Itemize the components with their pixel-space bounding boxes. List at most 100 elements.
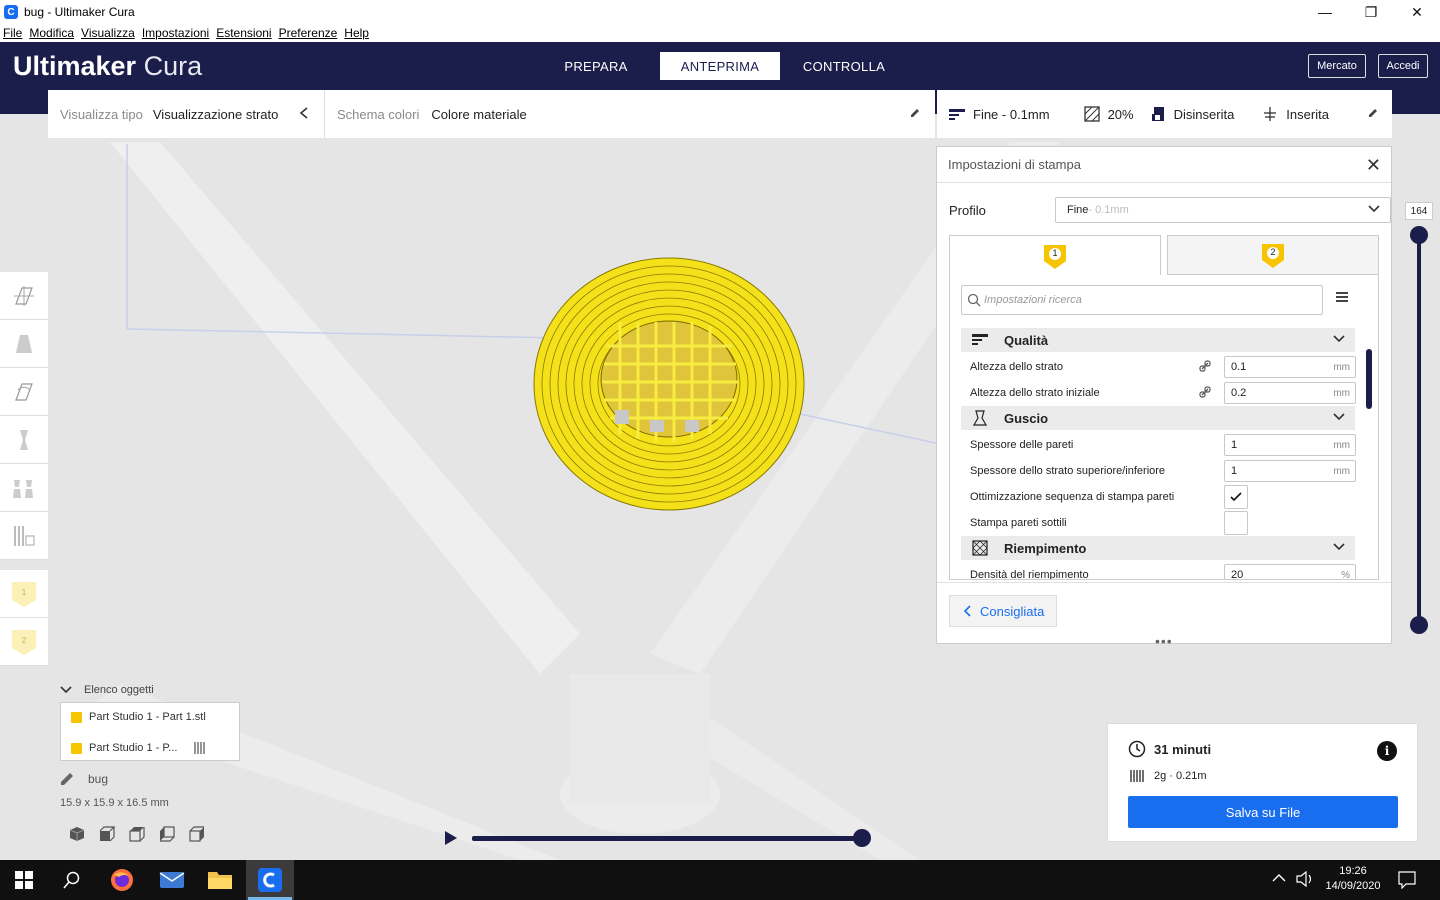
window-title: bug - Ultimaker Cura bbox=[24, 5, 135, 19]
layer-height-field[interactable]: 0.1 mm bbox=[1224, 356, 1356, 378]
category-infill[interactable]: Riempimento bbox=[961, 536, 1355, 560]
view-front-icon[interactable] bbox=[92, 826, 122, 842]
support-blocker-icon bbox=[14, 525, 35, 546]
list-item[interactable]: Part Studio 1 - Part 1.stl bbox=[71, 711, 206, 723]
settings-scrollbar[interactable] bbox=[1366, 349, 1372, 409]
category-shell[interactable]: Guscio bbox=[961, 406, 1355, 430]
menu-help[interactable]: Help bbox=[344, 26, 369, 40]
per-model-settings-button[interactable] bbox=[0, 464, 48, 512]
save-to-file-button[interactable]: Salva su File bbox=[1128, 796, 1398, 828]
setting-thin-walls: Stampa pareti sottili bbox=[961, 510, 1355, 536]
search-icon[interactable] bbox=[48, 860, 96, 900]
menu-file[interactable]: File bbox=[3, 26, 22, 40]
view-right-icon[interactable] bbox=[182, 826, 212, 842]
pencil-icon[interactable] bbox=[909, 107, 921, 122]
chevron-left-icon[interactable] bbox=[298, 106, 310, 123]
view-top-icon[interactable] bbox=[122, 826, 152, 842]
chevron-down-icon bbox=[1333, 410, 1345, 425]
windows-start-icon[interactable] bbox=[0, 860, 48, 900]
extruder-2-button[interactable]: 2 bbox=[0, 618, 48, 666]
close-icon[interactable]: ✕ bbox=[1366, 155, 1381, 176]
layer-slider[interactable] bbox=[1410, 226, 1428, 634]
menu-bar: File Modifica Visualizza Impostazioni Es… bbox=[0, 24, 1440, 42]
setting-initial-layer-height: Altezza dello strato iniziale 0.2 mm bbox=[961, 380, 1356, 406]
adhesion-icon bbox=[1264, 107, 1277, 121]
quality-icon bbox=[949, 109, 965, 120]
rotate-tool-button[interactable] bbox=[0, 368, 48, 416]
layer-number-label[interactable]: 164 bbox=[1405, 202, 1433, 220]
recommended-mode-button[interactable]: Consigliata bbox=[949, 595, 1057, 627]
settings-menu-icon[interactable] bbox=[1336, 292, 1348, 304]
wall-thickness-field[interactable]: 1 mm bbox=[1224, 434, 1356, 456]
extruder-1-button[interactable]: 1 bbox=[0, 570, 48, 618]
layer-slider-lower-handle[interactable] bbox=[1410, 616, 1428, 634]
move-tool-button[interactable] bbox=[0, 272, 48, 320]
play-icon[interactable] bbox=[444, 830, 458, 849]
infill-density-field[interactable]: 20% bbox=[1224, 564, 1356, 579]
support-summary: Disinserita bbox=[1150, 106, 1234, 122]
mirror-tool-button[interactable] bbox=[0, 416, 48, 464]
extruder-badge-icon: 2 bbox=[1260, 242, 1286, 268]
search-icon bbox=[967, 293, 981, 310]
taskbar-clock[interactable]: 19:26 14/09/2020 bbox=[1318, 864, 1388, 894]
initial-layer-height-field[interactable]: 0.2 mm bbox=[1224, 382, 1356, 404]
print-setup-summary[interactable]: Fine - 0.1mm 20% Disinserita Inserita bbox=[937, 90, 1392, 138]
simulation-slider-track[interactable] bbox=[472, 836, 862, 841]
profile-dropdown[interactable]: Fine - 0.1mm bbox=[1055, 197, 1391, 223]
pencil-icon[interactable] bbox=[1367, 107, 1379, 122]
extruder-tab-1[interactable]: 1 bbox=[949, 235, 1161, 275]
cura-taskbar-icon[interactable] bbox=[246, 860, 294, 900]
notification-icon[interactable] bbox=[1398, 871, 1416, 892]
signin-button[interactable]: Accedi bbox=[1378, 54, 1428, 78]
link-icon[interactable] bbox=[1199, 385, 1211, 401]
extruder-tab-2[interactable]: 2 bbox=[1167, 235, 1379, 275]
chevron-up-icon[interactable] bbox=[1272, 872, 1286, 886]
restore-button[interactable]: ❐ bbox=[1348, 0, 1394, 24]
menu-settings[interactable]: Impostazioni bbox=[142, 26, 209, 40]
mail-app-icon[interactable] bbox=[148, 860, 196, 900]
thin-walls-checkbox[interactable] bbox=[1224, 511, 1248, 535]
print-settings-panel: Impostazioni di stampa ✕ Profilo Fine - … bbox=[936, 146, 1392, 649]
tab-prepare[interactable]: PREPARA bbox=[541, 52, 651, 80]
menu-preferences[interactable]: Preferenze bbox=[279, 26, 338, 40]
color-scheme-panel: Schema colori Colore materiale bbox=[325, 90, 935, 138]
tab-monitor[interactable]: CONTROLLA bbox=[789, 52, 899, 80]
minimize-button[interactable]: — bbox=[1302, 0, 1348, 24]
marketplace-button[interactable]: Mercato bbox=[1308, 54, 1366, 78]
object-list-toggle[interactable]: Elenco oggetti bbox=[60, 684, 260, 696]
view-type-label: Visualizza tipo bbox=[60, 106, 143, 122]
menu-extensions[interactable]: Estensioni bbox=[216, 26, 271, 40]
settings-search-input[interactable]: Impostazioni ricerca bbox=[961, 285, 1323, 315]
menu-edit[interactable]: Modifica bbox=[29, 26, 74, 40]
view-type-select[interactable]: Visualizzazione strato bbox=[153, 107, 279, 122]
firefox-icon[interactable] bbox=[98, 860, 146, 900]
extruder-color-icon bbox=[71, 742, 82, 754]
rotate-icon bbox=[15, 382, 33, 401]
file-explorer-icon[interactable] bbox=[196, 860, 244, 900]
link-icon[interactable] bbox=[1199, 359, 1211, 375]
support-blocker-button[interactable] bbox=[0, 512, 48, 560]
list-item[interactable]: Part Studio 1 - P... bbox=[71, 741, 207, 755]
color-scheme-select[interactable]: Colore materiale bbox=[431, 107, 526, 122]
layer-slider-upper-handle[interactable] bbox=[1410, 226, 1428, 244]
close-window-button[interactable]: ✕ bbox=[1394, 0, 1440, 24]
settings-list[interactable]: Impostazioni ricerca Qualità Altezza del… bbox=[949, 274, 1379, 580]
top-bottom-thickness-field[interactable]: 1 mm bbox=[1224, 460, 1356, 482]
view-3d-icon[interactable] bbox=[62, 826, 92, 842]
menu-view[interactable]: Visualizza bbox=[81, 26, 135, 40]
info-icon[interactable]: i bbox=[1377, 741, 1397, 761]
tab-preview[interactable]: ANTEPRIMA bbox=[660, 52, 780, 80]
shell-icon bbox=[971, 410, 989, 426]
wall-order-checkbox[interactable] bbox=[1224, 485, 1248, 509]
extruder-color-icon bbox=[71, 711, 82, 723]
speaker-icon[interactable] bbox=[1296, 870, 1314, 890]
setting-wall-thickness: Spessore delle pareti 1 mm bbox=[961, 432, 1356, 458]
setting-infill-density: Densità del riempimento 20% bbox=[961, 562, 1356, 579]
resize-handle[interactable]: ••• bbox=[1155, 633, 1173, 649]
view-left-icon[interactable] bbox=[152, 826, 182, 842]
simulation-slider-handle[interactable] bbox=[853, 829, 871, 847]
pencil-icon bbox=[61, 773, 73, 785]
category-quality[interactable]: Qualità bbox=[961, 328, 1355, 352]
job-name[interactable]: bug bbox=[60, 772, 108, 786]
scale-tool-button[interactable] bbox=[0, 320, 48, 368]
